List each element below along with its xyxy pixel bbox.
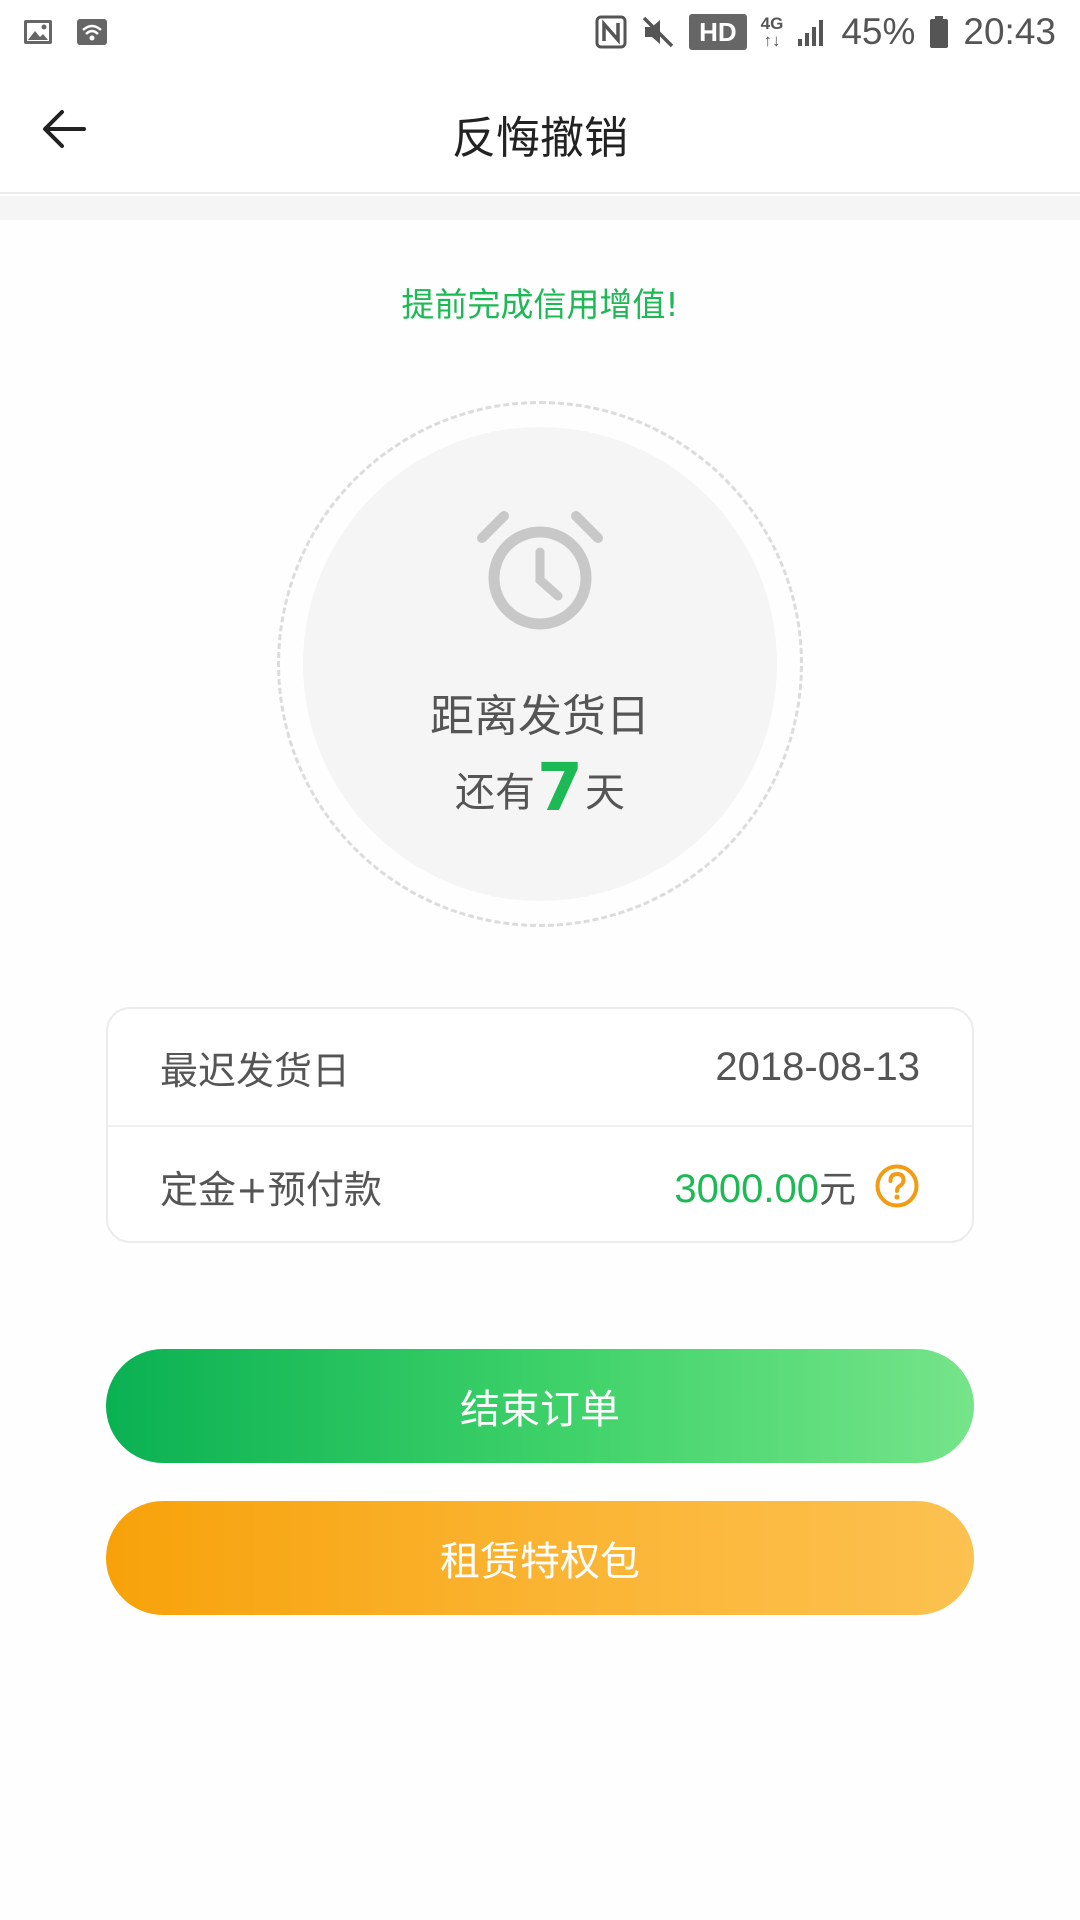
countdown-days: 还有7天 [0, 752, 1080, 829]
mute-icon [642, 16, 674, 48]
network-type: 4G ↑↓ [760, 14, 784, 50]
deposit-value: 3000.00 [674, 1167, 819, 1211]
hd-icon: HD [689, 14, 747, 50]
signal-icon [798, 20, 824, 46]
end-order-button[interactable]: 结束订单 [106, 1349, 974, 1463]
status-bar: HD 4G ↑↓ 45% 20:43 [0, 0, 1080, 64]
countdown-label: 距离发货日 [430, 691, 650, 742]
page-title: 反悔撤销 [452, 113, 628, 164]
privilege-pack-button[interactable]: 租赁特权包 [106, 1501, 974, 1615]
info-row-deposit: 定金+预付款 3000.00元 [108, 1127, 972, 1241]
info-row-latest-ship-date: 最迟发货日 2018-08-13 [108, 1009, 972, 1127]
countdown-number: 7 [537, 749, 583, 826]
promo-text: 提前完成信用增值! [401, 285, 679, 324]
deposit-unit: 元 [819, 1168, 856, 1211]
wifi-icon [77, 19, 107, 45]
battery-percent: 45% [841, 11, 916, 52]
countdown-circle [303, 427, 777, 901]
battery-icon [930, 16, 949, 48]
header-divider [0, 196, 1080, 220]
nav-header: 反悔撤销 [0, 64, 1080, 194]
page: HD 4G ↑↓ 45% 20:43 反悔撤销 提前完成信用增值! 距离发货日 … [0, 0, 1080, 1920]
alarm-clock-icon [477, 511, 603, 630]
clock-time: 20:43 [963, 11, 1056, 52]
question-circle-icon[interactable] [874, 1163, 920, 1209]
deposit-amount: 3000.00元 [674, 1159, 856, 1213]
countdown-prefix: 还有 [455, 770, 536, 816]
order-info-card: 最迟发货日 2018-08-13 定金+预付款 3000.00元 [106, 1007, 974, 1243]
info-label: 最迟发货日 [160, 1048, 351, 1093]
gallery-icon [24, 20, 52, 44]
nfc-icon [595, 15, 627, 49]
info-label: 定金+预付款 [160, 1167, 382, 1212]
info-value: 2018-08-13 [715, 1044, 920, 1089]
countdown-suffix: 天 [584, 770, 625, 816]
network-label: 4G [760, 14, 784, 33]
